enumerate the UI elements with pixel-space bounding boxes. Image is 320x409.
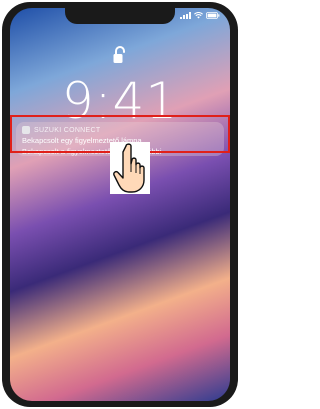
unlocked-padlock-icon[interactable] [113,46,127,69]
cellular-signal-icon [180,12,191,19]
lock-screen: 9:41 SUZUKI CONNECT Bekapcsolt egy figye… [10,8,230,401]
phone-frame: 9:41 SUZUKI CONNECT Bekapcsolt egy figye… [2,2,238,407]
tapping-hand-icon [110,142,150,194]
battery-icon [206,12,220,19]
phone-notch [65,8,175,24]
status-bar [180,12,220,19]
wifi-icon [194,12,203,19]
